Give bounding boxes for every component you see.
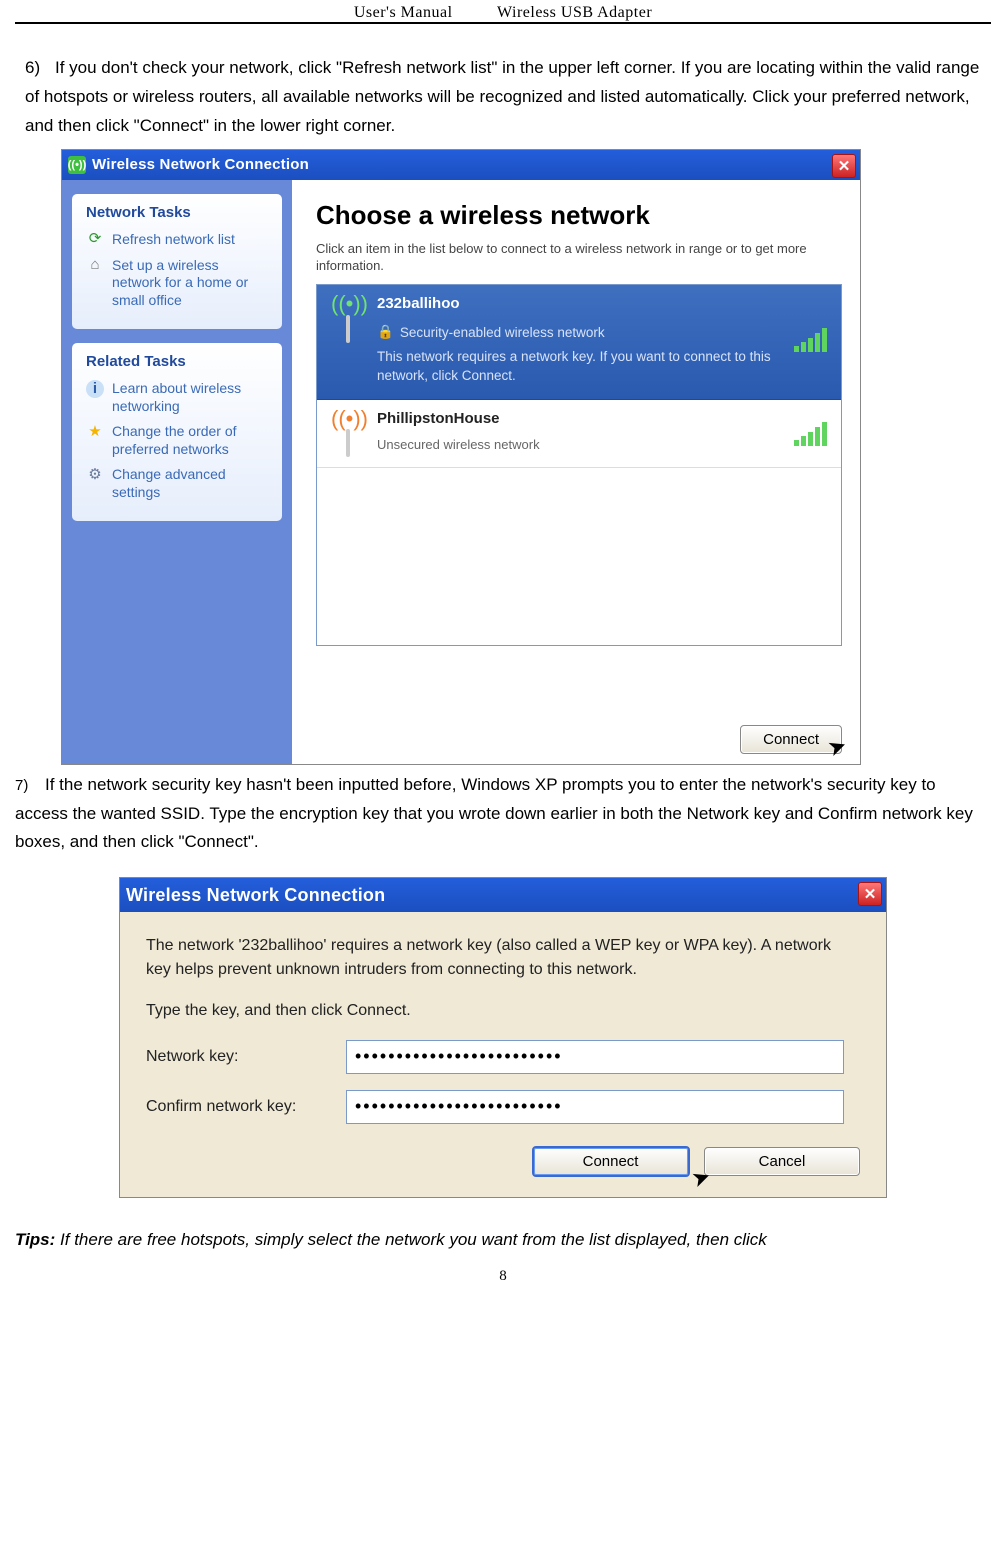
- confirm-key-label: Confirm network key:: [146, 1098, 346, 1116]
- network-tasks-title: Network Tasks: [86, 204, 270, 221]
- change-order[interactable]: ★ Change the order of preferred networks: [86, 423, 270, 458]
- network-desc: This network requires a network key. If …: [377, 348, 782, 384]
- left-column: Network Tasks ⟳ Refresh network list ⌂ S…: [62, 180, 292, 764]
- step-6-num: 6): [25, 54, 55, 83]
- related-tasks-title: Related Tasks: [86, 353, 270, 370]
- network-item-selected[interactable]: ((•)) 232ballihoo 🔒 Security-enabled wire…: [317, 285, 841, 399]
- page-number: 8: [15, 1268, 991, 1285]
- step-7-num: 7): [15, 773, 45, 799]
- wireless-icon: ((•)): [68, 156, 86, 174]
- dialog-text-2: Type the key, and then click Connect.: [146, 999, 860, 1022]
- network-key-input[interactable]: [346, 1040, 844, 1074]
- cursor-icon: ➤: [824, 731, 850, 762]
- network-key-label: Network key:: [146, 1048, 346, 1066]
- refresh-icon: ⟳: [86, 231, 104, 249]
- right-column: Choose a wireless network Click an item …: [292, 180, 860, 764]
- network-item[interactable]: ((•)) PhillipstonHouse Unsecured wireles…: [317, 400, 841, 469]
- network-security: Security-enabled wireless network: [400, 325, 605, 340]
- connect-button[interactable]: Connect: [532, 1146, 690, 1177]
- step-6-text: 6)If you don't check your network, click…: [25, 54, 981, 141]
- antenna-icon: ((•)): [331, 410, 365, 458]
- gear-icon: ⚙: [86, 466, 104, 484]
- titlebar[interactable]: Wireless Network Connection ✕: [120, 878, 886, 912]
- setup-icon: ⌂: [86, 257, 104, 275]
- signal-bars-icon: [794, 422, 827, 446]
- setup-wireless-network[interactable]: ⌂ Set up a wireless network for a home o…: [86, 257, 270, 310]
- cancel-button[interactable]: Cancel: [704, 1147, 860, 1176]
- titlebar[interactable]: ((•)) Wireless Network Connection ✕: [62, 150, 860, 180]
- tips-label: Tips:: [15, 1230, 55, 1249]
- network-list: ((•)) 232ballihoo 🔒 Security-enabled wire…: [316, 284, 842, 646]
- wireless-chooser-window: ((•)) Wireless Network Connection ✕ Netw…: [61, 149, 861, 765]
- choose-network-heading: Choose a wireless network: [316, 200, 842, 231]
- close-icon[interactable]: ✕: [832, 154, 856, 178]
- close-icon[interactable]: ✕: [858, 882, 882, 906]
- page-header: User's Manual Wireless USB Adapter: [15, 0, 991, 24]
- confirm-key-input[interactable]: [346, 1090, 844, 1124]
- network-security: Unsecured wireless network: [377, 437, 782, 452]
- network-key-dialog: Wireless Network Connection ✕ The networ…: [119, 877, 887, 1198]
- dialog-text-1: The network '232ballihoo' requires a net…: [146, 934, 860, 980]
- info-icon: i: [86, 380, 104, 398]
- dialog-title: Wireless Network Connection: [126, 885, 385, 906]
- header-right: Wireless USB Adapter: [497, 4, 652, 21]
- network-name: 232ballihoo: [377, 295, 782, 312]
- tips-line: Tips: If there are free hotspots, simply…: [15, 1230, 991, 1250]
- lock-icon: 🔒: [377, 324, 394, 340]
- antenna-icon: ((•)): [331, 295, 365, 343]
- signal-bars-icon: [794, 328, 827, 352]
- step-7-text: 7)If the network security key hasn't bee…: [15, 771, 991, 858]
- star-icon: ★: [86, 423, 104, 441]
- network-tasks-box: Network Tasks ⟳ Refresh network list ⌂ S…: [72, 194, 282, 330]
- window-title: Wireless Network Connection: [92, 156, 309, 173]
- change-advanced[interactable]: ⚙ Change advanced settings: [86, 466, 270, 501]
- header-left: User's Manual: [354, 4, 453, 21]
- related-tasks-box: Related Tasks i Learn about wireless net…: [72, 343, 282, 521]
- learn-wireless[interactable]: i Learn about wireless networking: [86, 380, 270, 415]
- refresh-network-list[interactable]: ⟳ Refresh network list: [86, 231, 270, 249]
- network-name: PhillipstonHouse: [377, 410, 782, 427]
- choose-network-sub: Click an item in the list below to conne…: [316, 241, 842, 275]
